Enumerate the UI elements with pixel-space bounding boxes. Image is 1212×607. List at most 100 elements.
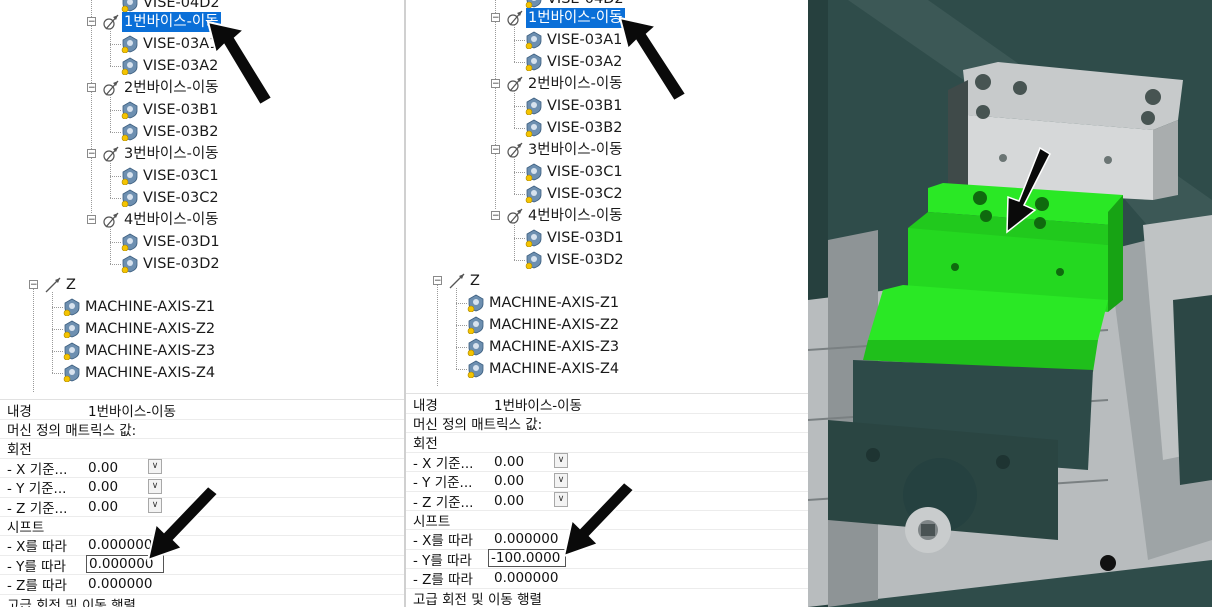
- tree-group-2[interactable]: 2번바이스-이동: [506, 73, 625, 95]
- tree-node-label: Z: [470, 273, 480, 289]
- property-value[interactable]: 0.00: [494, 473, 524, 489]
- property-key: - X를 따라: [413, 533, 473, 550]
- tree-item-machine-axis[interactable]: MACHINE-AXIS-Z4: [467, 358, 621, 380]
- component-icon: [121, 35, 139, 54]
- component-icon: [63, 298, 81, 317]
- tree-item-machine-axis[interactable]: MACHINE-AXIS-Z2: [63, 318, 217, 340]
- component-icon: [525, 119, 543, 138]
- chevron-down-icon[interactable]: ∨: [148, 478, 162, 494]
- collapse-toggle-icon[interactable]: −: [87, 83, 96, 93]
- tree-item-machine-axis[interactable]: MACHINE-AXIS-Z4: [63, 362, 217, 384]
- tree-node-label: MACHINE-AXIS-Z3: [85, 343, 216, 359]
- y-shift-input[interactable]: 0.000000: [86, 555, 164, 574]
- tree-group-1[interactable]: 1번바이스-이동: [506, 7, 625, 29]
- property-value: 1번바이스-이동: [494, 397, 582, 414]
- component-icon: [525, 31, 543, 50]
- collapse-toggle-icon[interactable]: −: [491, 79, 500, 89]
- tree-node-label: 1번바이스-이동: [122, 12, 221, 32]
- tree-node-label: VISE-03B2: [547, 120, 623, 136]
- tree-item-machine-axis[interactable]: MACHINE-AXIS-Z1: [63, 296, 217, 318]
- property-row: 내경 1번바이스-이동: [0, 400, 404, 420]
- property-key: 내경: [7, 403, 32, 420]
- property-value: 0.000000: [88, 537, 153, 554]
- tree-item-component[interactable]: VISE-03C2: [525, 183, 625, 205]
- tree-group-1[interactable]: 1번바이스-이동: [102, 11, 221, 33]
- tree-connector: [52, 292, 53, 373]
- property-value[interactable]: 0.00: [88, 499, 118, 515]
- property-value[interactable]: 0.00: [494, 493, 524, 509]
- property-value[interactable]: 0.00: [494, 454, 524, 470]
- collapse-toggle-icon[interactable]: −: [29, 280, 38, 290]
- collapse-toggle-icon[interactable]: −: [87, 17, 96, 27]
- tree-connector: [110, 44, 121, 45]
- tree-node-label: MACHINE-AXIS-Z4: [489, 361, 620, 377]
- tree-item-component[interactable]: VISE-03D2: [121, 253, 222, 275]
- component-icon: [121, 233, 139, 252]
- tree-node-label: 2번바이스-이동: [528, 76, 623, 92]
- tree-item-component[interactable]: VISE-03C1: [525, 161, 625, 183]
- tree-item-component[interactable]: VISE-03D2: [525, 249, 626, 271]
- property-row: - Y를 따라 0.000000: [0, 555, 404, 576]
- component-icon: [467, 294, 485, 313]
- chevron-down-icon[interactable]: ∨: [554, 472, 568, 488]
- y-shift-input[interactable]: -100.0000: [488, 549, 566, 568]
- chevron-down-icon[interactable]: ∨: [554, 453, 568, 469]
- component-icon: [63, 364, 81, 383]
- 3d-viewport[interactable]: [808, 0, 1212, 607]
- property-value[interactable]: 0.00: [88, 479, 118, 495]
- tree-node-label: MACHINE-AXIS-Z1: [85, 299, 216, 315]
- tree-item-component[interactable]: VISE-03A2: [121, 55, 220, 77]
- chevron-down-icon[interactable]: ∨: [554, 492, 568, 507]
- properties-panel: 내경 1번바이스-이동 머신 정의 매트릭스 값: 회전 - X 기준... 0.00 ∨ -…: [0, 399, 404, 607]
- tree-item-component[interactable]: VISE-03A2: [525, 51, 624, 73]
- tree-item-component[interactable]: VISE-03A1: [121, 33, 220, 55]
- property-key: 고급 회전 및 이동 행렬: [7, 597, 136, 607]
- tree-connector: [110, 66, 121, 67]
- tree-item-machine-axis[interactable]: MACHINE-AXIS-Z2: [467, 314, 621, 336]
- linear-motion-icon: [506, 9, 524, 27]
- tree-item-component[interactable]: VISE-03A1: [525, 29, 624, 51]
- tree-group-4[interactable]: 4번바이스-이동: [102, 209, 221, 231]
- collapse-toggle-icon[interactable]: −: [491, 145, 500, 155]
- chevron-down-icon[interactable]: ∨: [148, 498, 162, 513]
- tree-axis-z[interactable]: Z: [44, 274, 78, 296]
- tree-item-component[interactable]: VISE-03B2: [525, 117, 624, 139]
- property-row: 머신 정의 매트릭스 값:: [0, 419, 404, 440]
- chevron-down-icon[interactable]: ∨: [148, 459, 162, 475]
- tree-item-component[interactable]: VISE-03C2: [121, 187, 221, 209]
- tree-connector: [52, 307, 63, 308]
- tree-connector: [514, 194, 525, 195]
- tree-item-machine-axis[interactable]: MACHINE-AXIS-Z1: [467, 292, 621, 314]
- tree-group-4[interactable]: 4번바이스-이동: [506, 205, 625, 227]
- tree-axis-z[interactable]: Z: [448, 270, 482, 292]
- tree-connector: [110, 110, 121, 111]
- tree-item-machine-axis[interactable]: MACHINE-AXIS-Z3: [467, 336, 621, 358]
- tree-item-machine-axis[interactable]: MACHINE-AXIS-Z3: [63, 340, 217, 362]
- properties-panel: 내경 1번바이스-이동 머신 정의 매트릭스 값: 회전 - X 기준... 0.00 ∨ -…: [406, 393, 808, 607]
- property-row: 머신 정의 매트릭스 값:: [406, 413, 808, 434]
- tree-connector: [514, 40, 525, 41]
- property-key: - Y 기준...: [413, 475, 473, 492]
- tree-connector: [514, 260, 525, 261]
- tree-item-component[interactable]: VISE-03B1: [525, 95, 624, 117]
- tree-item-component[interactable]: VISE-03D1: [121, 231, 222, 253]
- tree-group-3[interactable]: 3번바이스-이동: [102, 143, 221, 165]
- property-row: - Z 기준... 0.00 ∨: [0, 497, 404, 517]
- tree-node-label: MACHINE-AXIS-Z1: [489, 295, 620, 311]
- property-row: - X 기준... 0.00 ∨: [406, 452, 808, 473]
- collapse-toggle-icon[interactable]: −: [87, 215, 96, 225]
- collapse-toggle-icon[interactable]: −: [491, 211, 500, 221]
- tree-item-component[interactable]: VISE-03C1: [121, 165, 221, 187]
- property-key: 내경: [413, 397, 438, 414]
- property-value[interactable]: 0.00: [88, 460, 118, 476]
- tree-item-component[interactable]: VISE-03B1: [121, 99, 220, 121]
- tree-item-component[interactable]: VISE-03D1: [525, 227, 626, 249]
- tree-node-label: VISE-03C1: [143, 168, 219, 184]
- tree-item-component[interactable]: VISE-03B2: [121, 121, 220, 143]
- tree-group-2[interactable]: 2번바이스-이동: [102, 77, 221, 99]
- tree-group-3[interactable]: 3번바이스-이동: [506, 139, 625, 161]
- collapse-toggle-icon[interactable]: −: [87, 149, 96, 159]
- collapse-toggle-icon[interactable]: −: [491, 13, 500, 23]
- collapse-toggle-icon[interactable]: −: [433, 276, 442, 286]
- tree-node-label: VISE-03C2: [143, 190, 219, 206]
